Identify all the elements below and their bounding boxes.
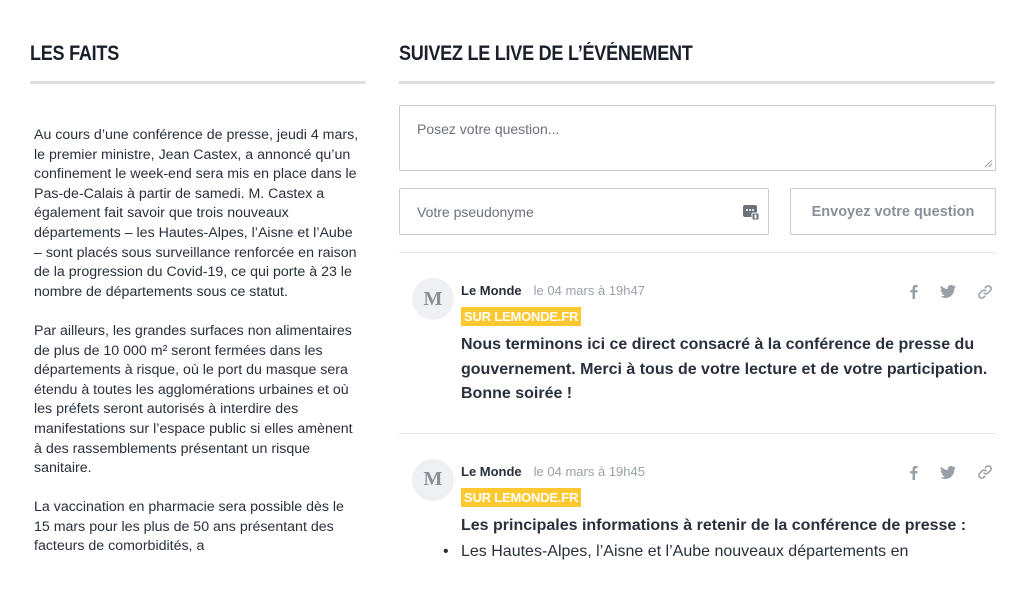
link-icon[interactable] (978, 465, 992, 479)
pseudonym-placeholder: Votre pseudonyme (417, 204, 534, 220)
post-tag: SUR LEMONDE.FR (461, 307, 582, 326)
facts-paragraph: Par ailleurs, les grandes surfaces non a… (34, 322, 353, 477)
pseudonym-input[interactable]: Votre pseudonyme (399, 188, 769, 235)
twitter-icon[interactable] (940, 465, 956, 479)
resize-handle-icon[interactable] (984, 159, 993, 168)
live-post: M Le Monde le 04 mars à 19h45 SUR LEMOND… (399, 434, 996, 591)
post-author: Le Monde (461, 283, 522, 298)
post-title: Nous terminons ici ce direct consacré à … (461, 336, 988, 402)
share-bar (909, 465, 992, 480)
question-placeholder: Posez votre question... (417, 121, 560, 137)
question-input[interactable]: Posez votre question... (399, 105, 996, 171)
facts-paragraph: La vaccination en pharmacie sera possibl… (34, 499, 344, 555)
facebook-icon[interactable] (909, 465, 918, 480)
facts-title: LES FAITS (30, 0, 366, 84)
facts-column: LES FAITS Au cours d’une conférence de p… (30, 0, 366, 577)
question-form-row: Votre pseudonyme Envoyez votre question (399, 188, 996, 235)
avatar: M (412, 458, 454, 501)
list-item-text: Les Hautes-Alpes, l’Aisne et l’Aube nouv… (461, 543, 909, 560)
facts-body: Au cours d’une conférence de presse, jeu… (30, 84, 366, 557)
live-column: SUIVEZ LE LIVE DE L’ÉVÉNEMENT Posez votr… (399, 0, 996, 590)
live-post: M Le Monde le 04 mars à 19h47 SUR LEMOND… (399, 253, 996, 433)
twitter-icon[interactable] (940, 285, 956, 298)
link-icon[interactable] (978, 284, 992, 299)
list-item: • Les Hautes-Alpes, l’Aisne et l’Aube no… (441, 540, 996, 564)
live-title: SUIVEZ LE LIVE DE L’ÉVÉNEMENT (399, 0, 995, 84)
send-question-button[interactable]: Envoyez votre question (790, 188, 996, 235)
share-bar (909, 284, 992, 299)
post-time: le 04 mars à 19h47 (533, 283, 645, 298)
facebook-icon[interactable] (909, 284, 918, 299)
bullet-icon: • (443, 543, 449, 560)
avatar: M (412, 278, 454, 320)
facts-paragraph: Au cours d’une conférence de presse, jeu… (34, 127, 359, 300)
password-manager-icon[interactable] (742, 203, 760, 221)
post-title: Les principales informations à retenir d… (461, 516, 967, 534)
post-time: le 04 mars à 19h45 (533, 463, 645, 479)
post-author: Le Monde (461, 463, 522, 479)
post-tag: SUR LEMONDE.FR (461, 487, 582, 507)
